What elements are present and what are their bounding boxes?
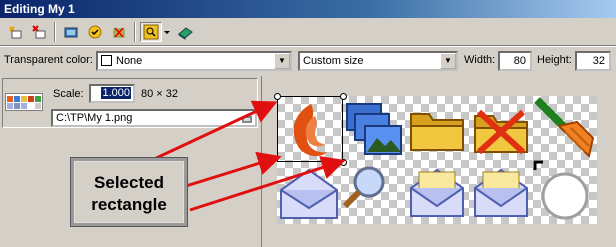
canvas-area[interactable] [263,76,616,247]
transparent-color-select[interactable]: None ▼ [96,51,292,71]
envelope-icon [280,168,338,219]
folder-icon [410,113,464,151]
thumbnail-icon [7,96,41,109]
chevron-down-icon: ▼ [440,53,456,69]
toolbar-separator [54,22,56,42]
callout-line2: rectangle [91,195,167,214]
scale-label: Scale: [53,88,84,100]
chevron-down-icon: ▼ [274,53,290,69]
delete-folder-icon [474,109,528,155]
size-select[interactable]: Custom size ▼ [298,51,458,71]
scale-value: 1.000 [101,87,131,99]
layer-dimensions: 80 × 32 [141,88,179,100]
clear-button[interactable] [108,22,130,42]
broom-icon [534,97,595,158]
selection-rectangle[interactable] [277,96,343,162]
apply-icon [88,25,102,39]
help-button[interactable] [174,22,196,42]
transparent-color-value: None [116,55,143,67]
width-input[interactable]: 80 [498,51,532,71]
layer-thumbnail [5,93,43,111]
delete-layer-button[interactable] [28,22,50,42]
gallery-icon [346,103,402,155]
file-path-value: C:\TP\My 1.png [56,112,133,124]
size-value: Custom size [303,55,364,67]
height-label: Height: [537,54,572,66]
delete-layer-icon [32,25,46,39]
zoom-icon [143,24,159,40]
annotation-callout: Selected rectangle [70,157,188,227]
insert-image-icon [64,27,78,38]
callout-line1: Selected [94,173,164,192]
resize-handle[interactable] [274,93,281,100]
window-title: Editing My 1 [0,0,616,18]
layer-item[interactable]: Scale: 1.000 80 × 32 C:\TP\My 1.png [2,78,258,128]
open-envelope-icon [410,168,464,217]
toolbar-separator [134,22,136,42]
resize-handle[interactable] [340,93,347,100]
apply-button[interactable] [84,22,106,42]
new-layer-button[interactable] [4,22,26,42]
browse-icon[interactable] [241,114,253,124]
width-label: Width: [464,54,496,66]
file-path-field[interactable]: C:\TP\My 1.png [51,109,257,127]
callout-box: Selected rectangle [74,161,184,223]
height-input[interactable]: 32 [575,51,611,71]
book-icon [178,27,193,40]
resize-handle[interactable] [340,159,347,166]
ellipse-icon [533,160,589,220]
dropdown-arrow-icon [164,31,170,34]
search-icon [342,166,385,209]
insert-image-button[interactable] [60,22,82,42]
options-bar: Transparent color: None ▼ Custom size ▼ … [0,47,616,75]
new-layer-icon [9,26,22,39]
zoom-dropdown-button[interactable] [162,22,172,42]
toolbar [0,18,616,46]
clear-icon [113,27,125,38]
zoom-button[interactable] [140,22,162,42]
transparent-color-label: Transparent color: [4,54,93,66]
envelope-icon [474,168,528,217]
color-swatch [101,55,112,66]
scale-input[interactable]: 1.000 [89,84,135,103]
